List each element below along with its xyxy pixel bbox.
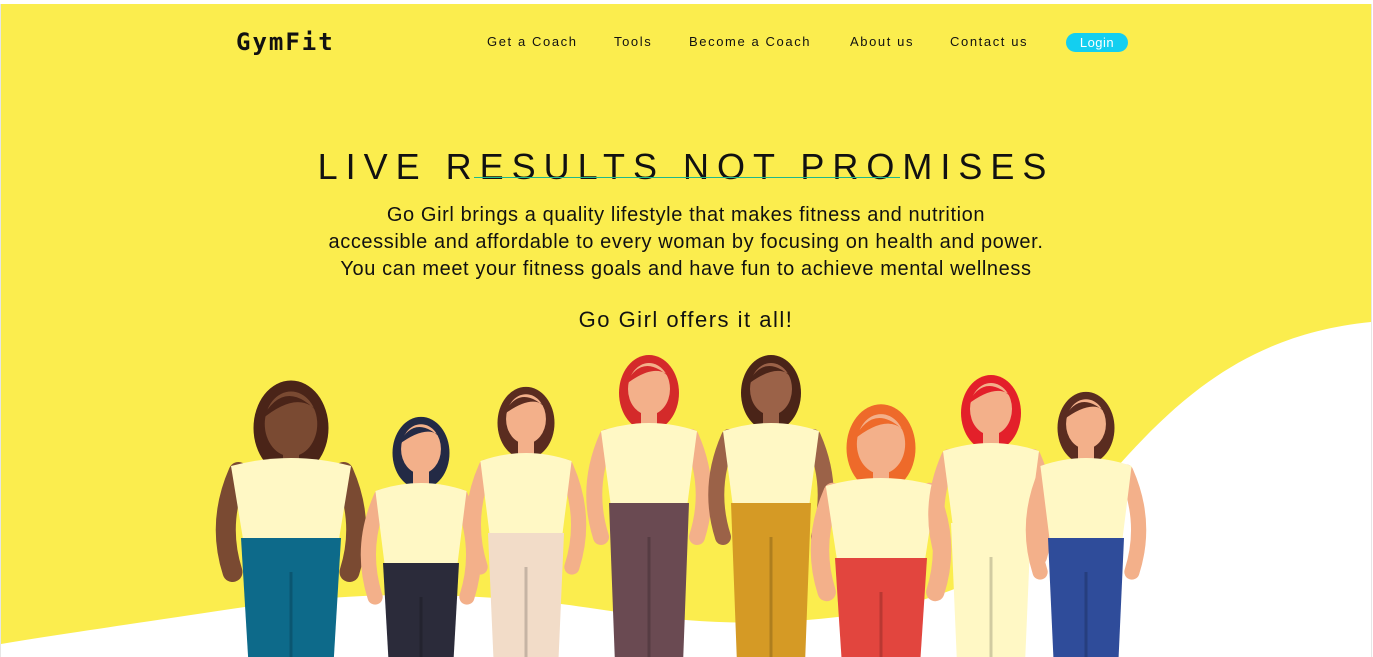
woman-laptop-skirt: [360, 416, 482, 657]
women-group-illustration: [215, 355, 1147, 657]
shirt: [601, 423, 697, 507]
shirt: [1040, 458, 1132, 542]
shirt: [480, 453, 572, 537]
woman-teal-pants: [215, 380, 367, 657]
shirt: [723, 423, 819, 507]
woman-blue-jeans: [1025, 391, 1147, 657]
woman-mustard-pants: [708, 355, 834, 657]
woman-curly-red-hair: [810, 404, 952, 657]
hero-section: GymFit Get a Coach Tools Become a Coach …: [0, 4, 1372, 657]
shirt: [943, 443, 1039, 527]
woman-raised-fist-prosthetic: [465, 386, 587, 657]
woman-red-hijab: [586, 355, 712, 657]
shirt: [231, 458, 351, 542]
shirt: [825, 478, 937, 562]
shirt: [375, 483, 467, 567]
